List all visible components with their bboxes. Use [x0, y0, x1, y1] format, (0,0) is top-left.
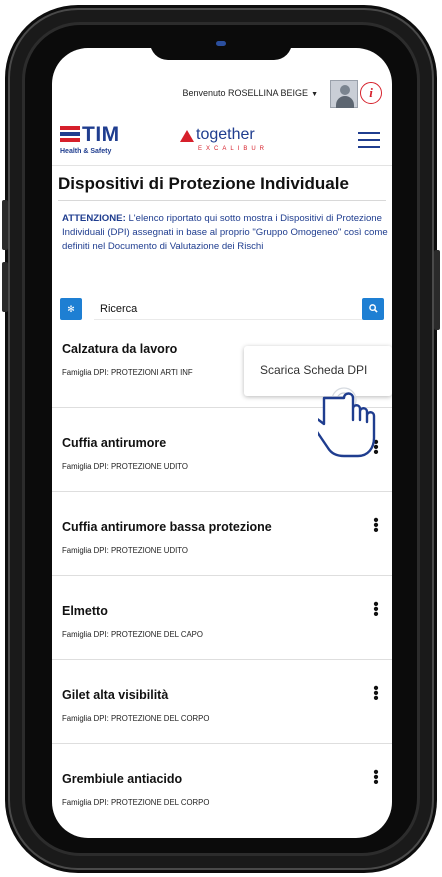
page-title: Dispositivi di Protezione Individuale: [58, 174, 349, 193]
avatar-head: [340, 85, 350, 95]
list-item[interactable]: Gilet alta visibilità Famiglia DPI: PROT…: [52, 660, 392, 744]
together-logo-text: together: [196, 126, 255, 143]
avatar[interactable]: [330, 80, 358, 108]
item-title: Cuffia antirumore: [62, 436, 167, 450]
kebab-menu-icon[interactable]: • • •: [372, 597, 380, 622]
caret-down-icon: ▼: [311, 91, 318, 98]
item-title: Cuffia antirumore bassa protezione: [62, 520, 272, 534]
divider: [58, 200, 386, 201]
search-icon: [368, 304, 378, 313]
list-item[interactable]: Elmetto Famiglia DPI: PROTEZIONE DEL CAP…: [52, 576, 392, 660]
phone-volume-button: [2, 200, 8, 250]
notice-label: ATTENZIONE:: [62, 213, 126, 224]
clear-search-icon[interactable]: ✻: [60, 298, 82, 320]
together-logo-icon: [180, 130, 194, 142]
info-icon[interactable]: i: [360, 82, 382, 104]
top-bar: Benvenuto ROSELLINA BEIGE ▼ i: [52, 76, 392, 112]
app-header: TIM Health & Safety together EXCALIBUR: [52, 122, 392, 166]
search-bar: ✻: [60, 298, 384, 320]
hamburger-menu-icon[interactable]: [358, 132, 380, 148]
item-title: Calzatura da lavoro: [62, 342, 178, 356]
tim-logo-text: TIM: [82, 123, 120, 146]
item-title: Gilet alta visibilità: [62, 688, 169, 702]
welcome-text: Benvenuto ROSELLINA BEIGE: [182, 88, 309, 98]
download-dpi-sheet-option[interactable]: Scarica Scheda DPI: [260, 363, 367, 377]
item-family: Famiglia DPI: PROTEZIONE DEL CORPO: [62, 714, 210, 723]
tim-logo-subtitle: Health & Safety: [60, 148, 112, 155]
kebab-menu-icon[interactable]: • • •: [372, 513, 380, 538]
list-item[interactable]: Cuffia antirumore bassa protezione Famig…: [52, 492, 392, 576]
search-input[interactable]: [94, 298, 366, 320]
notice-text: ATTENZIONE: L'elenco riportato qui sotto…: [62, 212, 388, 254]
phone-power-button: [434, 250, 440, 330]
avatar-body: [336, 96, 354, 108]
item-family: Famiglia DPI: PROTEZIONE UDITO: [62, 462, 188, 471]
tap-hand-icon: [318, 387, 376, 458]
kebab-menu-icon[interactable]: • • •: [372, 681, 380, 706]
kebab-menu-icon[interactable]: • • •: [372, 765, 380, 790]
together-logo-subtitle: EXCALIBUR: [198, 146, 269, 152]
camera-icon: [216, 41, 226, 46]
phone-volume-button: [2, 262, 8, 312]
tim-logo-mark: [60, 126, 80, 142]
item-title: Elmetto: [62, 604, 108, 618]
item-title: Grembiule antiacido: [62, 772, 183, 786]
phone-notch: [150, 30, 292, 60]
item-family: Famiglia DPI: PROTEZIONI ARTI INF: [62, 368, 193, 377]
list-item[interactable]: Grembiule antiacido Famiglia DPI: PROTEZ…: [52, 744, 392, 828]
welcome-menu[interactable]: Benvenuto ROSELLINA BEIGE ▼: [182, 88, 318, 98]
search-button[interactable]: [362, 298, 384, 320]
app-screen: Benvenuto ROSELLINA BEIGE ▼ i TIM Health …: [52, 48, 392, 838]
item-family: Famiglia DPI: PROTEZIONE UDITO: [62, 546, 188, 555]
item-family: Famiglia DPI: PROTEZIONE DEL CORPO: [62, 798, 210, 807]
item-family: Famiglia DPI: PROTEZIONE DEL CAPO: [62, 630, 203, 639]
